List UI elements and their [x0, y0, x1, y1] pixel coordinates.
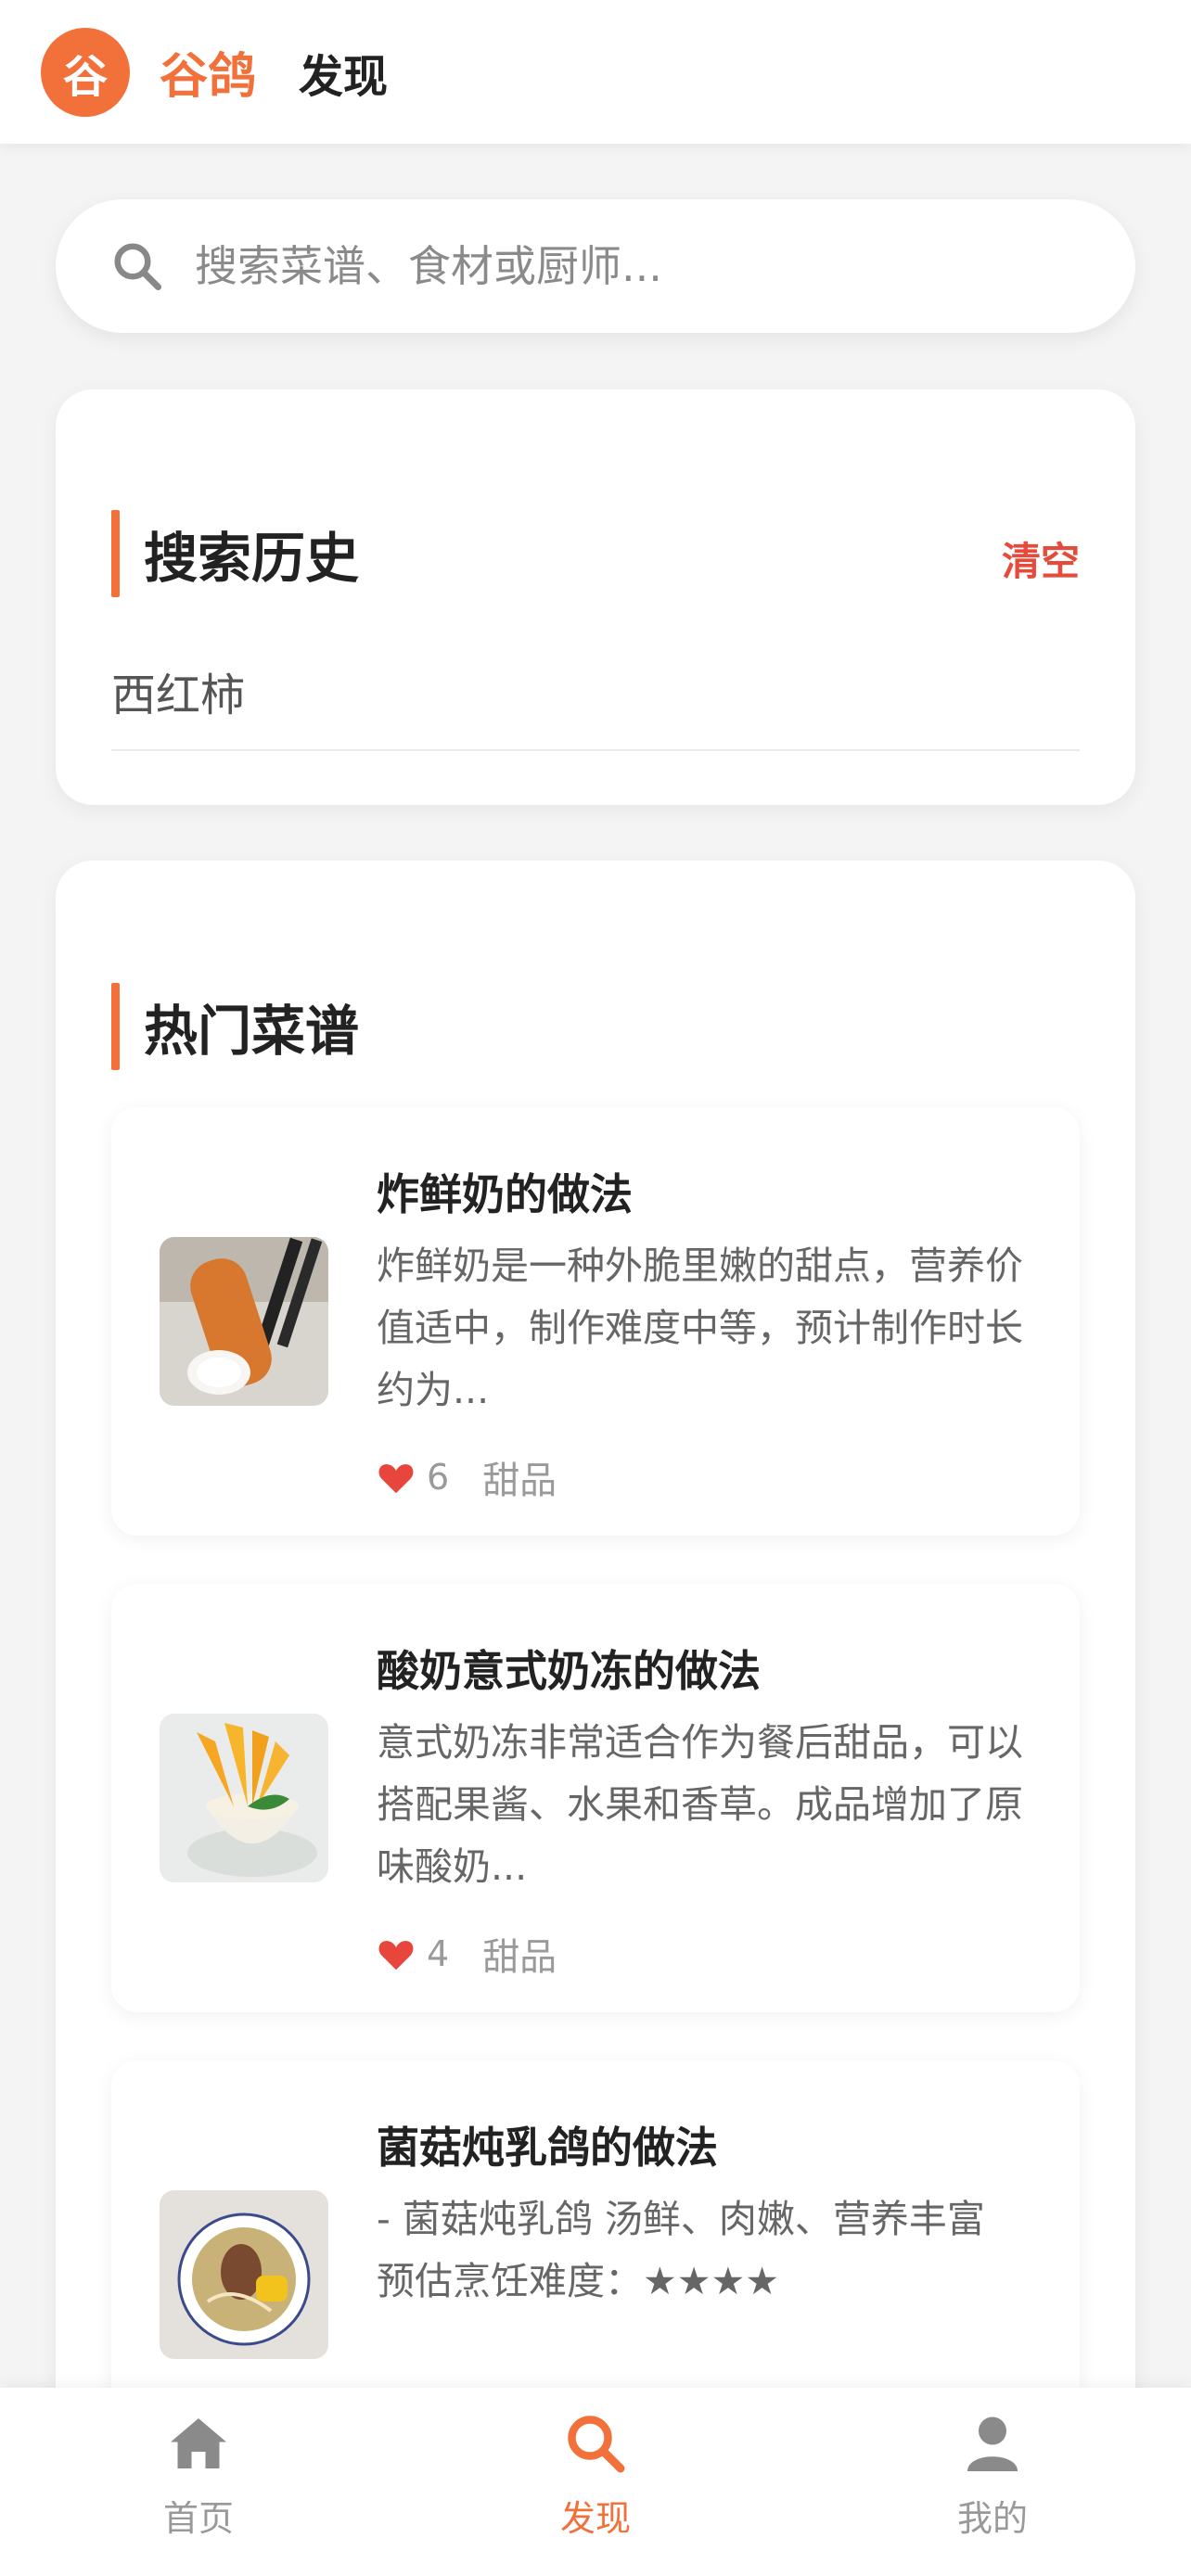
brand-name: 谷鸽 — [160, 49, 257, 105]
recipe-title: 菌菇炖乳鸽的做法 — [377, 2123, 718, 2173]
recipe-title: 炸鲜奶的做法 — [377, 1169, 633, 1219]
home-icon — [171, 2418, 226, 2468]
search-input[interactable] — [195, 241, 1085, 291]
recipe-image — [160, 1714, 328, 1882]
recipe-image — [160, 2190, 328, 2359]
accent-bar — [111, 510, 120, 597]
hot-header: 热门菜谱 — [111, 983, 359, 1070]
recipe-description: 炸鲜奶是一种外脆里嫩的甜点，营养价值适中，制作难度中等，预计制作时长约为... — [377, 1243, 1023, 1412]
bottom-tab-bar: 首页 发现 我的 — [0, 2388, 1191, 2576]
recipe-card[interactable]: 酸奶意式奶冻的做法 意式奶冻非常适合作为餐后甜品，可以搭配果酱、水果和香草。成品… — [111, 1584, 1080, 2012]
history-title: 搜索历史 — [144, 527, 360, 590]
like-count: 6 — [427, 1457, 450, 1498]
recipe-image — [160, 1237, 328, 1406]
recipe-meta: 4 甜品 — [377, 1927, 557, 1981]
discover-page: 谷 谷鸽 发现 搜索历史 清空 西红柿 热门菜谱 — [0, 0, 1191, 2576]
recipe-description: 意式奶冻非常适合作为餐后甜品，可以搭配果酱、水果和香草。成品增加了原味酸奶... — [377, 1720, 1023, 1889]
search-history-card: 搜索历史 清空 西红柿 — [56, 389, 1135, 805]
page-title: 发现 — [299, 50, 389, 103]
app-logo: 谷 — [41, 27, 130, 117]
search-icon — [114, 243, 161, 290]
tab-home-label: 首页 — [162, 2498, 234, 2539]
recipe-meta: 6 甜品 — [377, 1450, 557, 1504]
history-item[interactable]: 西红柿 — [111, 658, 1080, 751]
search-icon — [568, 2416, 625, 2473]
hot-title: 热门菜谱 — [144, 1000, 360, 1063]
recipe-category: 甜品 — [482, 1460, 557, 1502]
clear-history-button[interactable]: 清空 — [1002, 530, 1080, 587]
hot-recipes-card: 热门菜谱 炸鲜奶的做法 炸鲜奶是一种外脆里嫩的甜点，营养价值适中，制作难度中等，… — [56, 861, 1135, 2576]
heart-icon — [378, 1941, 414, 1970]
recipe-card[interactable]: 炸鲜奶的做法 炸鲜奶是一种外脆里嫩的甜点，营养价值适中，制作难度中等，预计制作时… — [111, 1107, 1080, 1536]
tab-home[interactable]: 首页 — [106, 2410, 291, 2549]
heart-icon — [378, 1464, 414, 1494]
tab-profile-label: 我的 — [956, 2498, 1028, 2539]
tab-profile[interactable]: 我的 — [900, 2410, 1085, 2549]
recipe-description: - 菌菇炖乳鸽 汤鲜、肉嫩、营养丰富 预估烹饪难度：★★★★ — [377, 2197, 985, 2303]
like-count: 4 — [427, 1933, 450, 1974]
top-header: 谷 谷鸽 发现 — [0, 0, 1191, 144]
history-header: 搜索历史 — [111, 510, 359, 597]
user-icon — [967, 2417, 1018, 2471]
tab-discover[interactable]: 发现 — [503, 2410, 688, 2549]
tab-discover-label: 发现 — [559, 2498, 631, 2539]
recipe-title: 酸奶意式奶冻的做法 — [377, 1646, 761, 1696]
recipe-category: 甜品 — [482, 1936, 557, 1979]
accent-bar — [111, 983, 120, 1070]
search-bar[interactable] — [56, 199, 1135, 333]
